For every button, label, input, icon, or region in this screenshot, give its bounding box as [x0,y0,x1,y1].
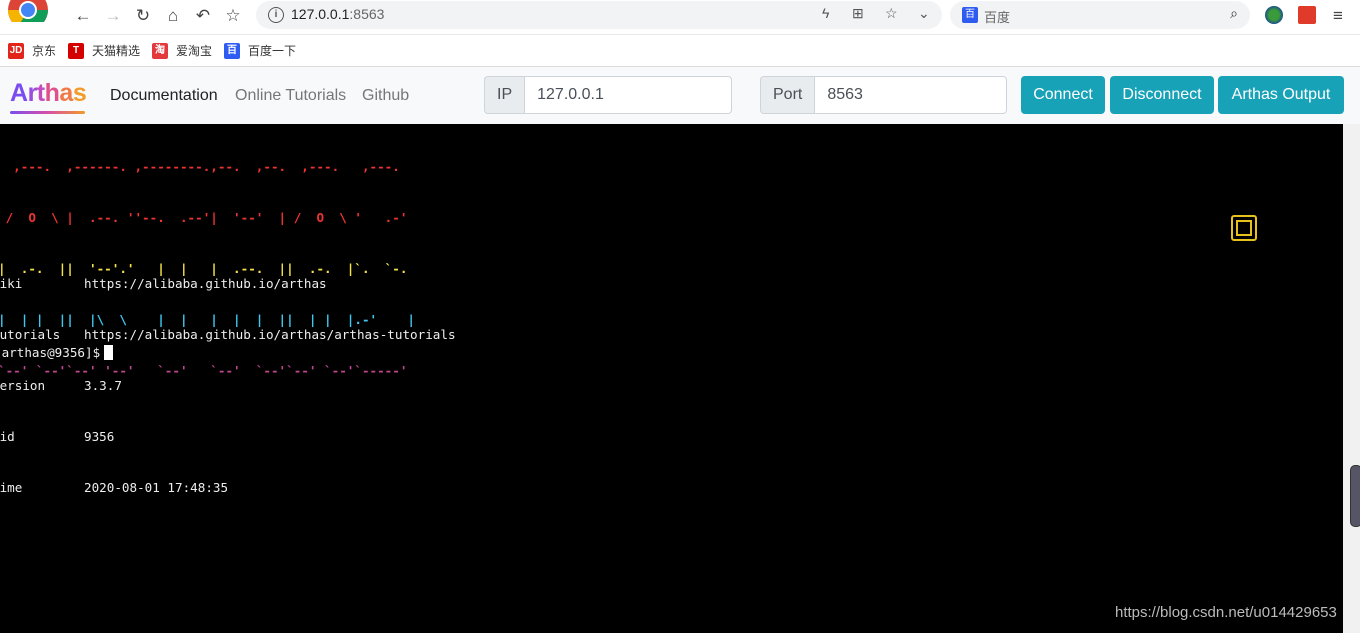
bookmark-jd[interactable]: JD 京东 [8,42,56,59]
terminal-prompt[interactable]: [arthas@9356]$ [0,345,114,360]
info-line: pid 9356 [0,428,456,445]
disconnect-button[interactable]: Disconnect [1110,76,1214,114]
browser-toolbar: ← → ↻ ⌂ ↶ ☆ i 127.0.0.1:8563 ϟ ⊞ ☆ ⌄ 百 百… [0,0,1360,35]
connect-button[interactable]: Connect [1021,76,1105,114]
bookmarks-bar: JD 京东 T 天猫精选 淘 爱淘宝 百 百度一下 [0,35,1360,67]
search-icon[interactable]: ⌕ [1230,5,1238,22]
search-box[interactable]: 百 百度 ⌕ [950,1,1250,29]
forward-icon[interactable]: → [101,4,125,28]
fullscreen-icon[interactable] [1231,215,1257,241]
ip-input[interactable]: 127.0.0.1 [524,76,733,114]
bookmark-label: 百度一下 [248,44,297,58]
bookmark-label: 京东 [32,44,57,58]
tmall-icon: T [68,42,84,59]
bookmark-label: 天猫精选 [92,44,141,58]
arthas-logo[interactable]: Arthas [10,79,87,108]
arthas-output-button[interactable]: Arthas Output [1218,76,1344,114]
baidu-icon: 百 [962,7,978,23]
terminal-scrollbar[interactable] [1343,124,1360,633]
extension-globe-icon[interactable] [1265,6,1283,24]
search-placeholder: 百度 [984,10,1011,25]
bookmark-taobao[interactable]: 淘 爱淘宝 [152,42,212,59]
logo-underline [10,111,85,114]
info-value: 3.3.7 [84,378,122,393]
terminal[interactable]: ,---. ,------. ,--------.,--. ,--. ,---.… [0,124,1343,633]
info-line: time 2020-08-01 17:48:35 [0,479,456,496]
url-port: :8563 [349,6,385,22]
address-url[interactable]: 127.0.0.1:8563 [291,6,384,22]
baidu-paw-icon: 百 [224,42,240,59]
back-icon[interactable]: ← [71,4,95,28]
scrollbar-thumb[interactable] [1350,465,1360,527]
menu-icon[interactable]: ≡ [1326,4,1350,28]
nav-github[interactable]: Github [362,87,409,105]
url-host: 127.0.0.1 [291,6,350,22]
port-input[interactable]: 8563 [814,76,1008,114]
app-navbar: Arthas Documentation Online Tutorials Gi… [0,67,1360,124]
info-line: wiki https://alibaba.github.io/arthas [0,275,456,292]
info-key: wiki [0,276,23,291]
bookmark-label: 爱淘宝 [176,44,213,58]
jd-icon: JD [8,42,24,59]
bookmark-baidu[interactable]: 百 百度一下 [224,42,296,59]
info-key: version [0,378,46,393]
ascii-line-1: ,---. ,------. ,--------.,--. ,--. ,---.… [0,159,400,174]
bookmark-star-icon[interactable]: ☆ [221,4,245,28]
info-line: version 3.3.7 [0,377,456,394]
site-info-icon[interactable]: i [268,7,284,23]
nav-documentation[interactable]: Documentation [110,87,218,105]
star-icon[interactable]: ☆ [885,5,898,22]
pdf-extension-icon[interactable] [1298,6,1316,24]
undo-icon[interactable]: ↶ [191,4,215,28]
reload-icon[interactable]: ↻ [131,4,155,28]
prompt-text: [arthas@9356]$ [0,345,101,360]
ip-input-group: IP 127.0.0.1 [484,76,733,114]
chevron-down-icon[interactable]: ⌄ [918,5,930,22]
watermark: https://blog.csdn.net/u014429653 [1115,604,1337,621]
info-value: 9356 [84,429,115,444]
info-line: tutorials https://alibaba.github.io/artha… [0,326,456,343]
nav-online-tutorials[interactable]: Online Tutorials [235,87,346,105]
address-bar[interactable]: i 127.0.0.1:8563 ϟ ⊞ ☆ ⌄ [256,1,942,29]
taobao-icon: 淘 [152,42,168,59]
port-label: Port [760,76,815,114]
info-key: time [0,480,23,495]
terminal-info: wiki https://alibaba.github.io/arthas tut… [0,241,456,530]
translate-icon[interactable]: ⊞ [852,5,864,22]
ip-label: IP [484,76,525,114]
info-key: pid [0,429,15,444]
bookmark-tmall[interactable]: T 天猫精选 [68,42,140,59]
terminal-cursor [104,345,114,360]
chrome-logo-icon [6,0,50,22]
info-value: 2020-08-01 17:48:35 [84,480,229,495]
home-icon[interactable]: ⌂ [161,4,185,28]
port-input-group: Port 8563 [760,76,1008,114]
lightning-icon[interactable]: ϟ [822,5,829,21]
ascii-line-2: / O \ | .--. ''--. .--'| '--' | / O \ ' … [0,210,408,225]
info-key: tutorials [0,327,61,342]
info-value: https://alibaba.github.io/arthas/arthas-… [84,327,456,342]
info-value: https://alibaba.github.io/arthas [84,276,327,291]
